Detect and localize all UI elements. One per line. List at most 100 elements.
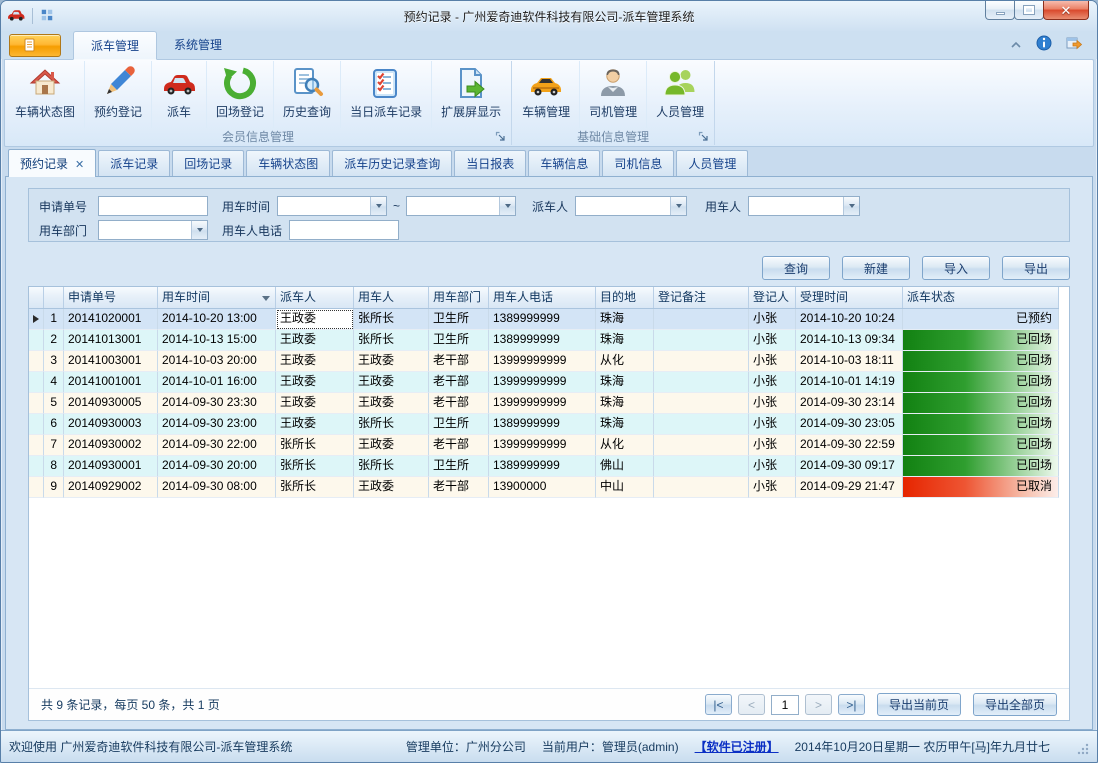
data-cell-dispatcher[interactable]: 张所长 xyxy=(276,456,354,477)
first-page-button[interactable]: |< xyxy=(705,694,732,715)
data-cell-accept-time[interactable]: 2014-09-30 09:17 xyxy=(796,456,903,477)
row-number-cell[interactable]: 1 xyxy=(44,309,64,330)
data-cell-registrar[interactable]: 小张 xyxy=(749,330,796,351)
data-cell-use-time[interactable]: 2014-09-30 23:00 xyxy=(158,414,276,435)
data-cell-user[interactable]: 张所长 xyxy=(354,456,429,477)
maximize-button[interactable] xyxy=(1014,1,1044,20)
doc-tab-7[interactable]: 车辆信息 xyxy=(528,150,600,176)
data-cell-apply-no[interactable]: 20141003001 xyxy=(64,351,158,372)
data-cell-use-time[interactable]: 2014-10-01 16:00 xyxy=(158,372,276,393)
ribbon-button-history-search[interactable]: 历史查询 xyxy=(274,61,341,128)
about-icon[interactable] xyxy=(1066,35,1083,54)
data-cell-department[interactable]: 老干部 xyxy=(429,372,489,393)
table-row[interactable]: 8201409300012014-09-30 20:00张所长张所长卫生所138… xyxy=(29,456,1059,477)
column-header-indicator[interactable] xyxy=(29,287,44,308)
table-row[interactable]: 9201409290022014-09-30 08:00张所长王政委老干部139… xyxy=(29,477,1059,498)
data-cell-user-phone[interactable]: 1389999999 xyxy=(489,309,596,330)
data-cell-destination[interactable]: 珠海 xyxy=(596,372,654,393)
column-header-rownum[interactable] xyxy=(44,287,64,308)
doc-tab-3[interactable]: 回场记录 xyxy=(172,150,244,176)
data-cell-accept-time[interactable]: 2014-10-03 18:11 xyxy=(796,351,903,372)
data-cell-registrar[interactable]: 小张 xyxy=(749,414,796,435)
ribbon-button-dispatch-car[interactable]: 派车 xyxy=(152,61,207,128)
table-row[interactable]: 5201409300052014-09-30 23:30王政委王政委老干部139… xyxy=(29,393,1059,414)
data-cell-registrar[interactable]: 小张 xyxy=(749,477,796,498)
column-header-user[interactable]: 用车人 xyxy=(354,287,429,308)
data-cell-use-time[interactable]: 2014-10-20 13:00 xyxy=(158,309,276,330)
row-number-cell[interactable]: 6 xyxy=(44,414,64,435)
combo-dropdown-button[interactable] xyxy=(499,197,515,215)
doc-tab-8[interactable]: 司机信息 xyxy=(602,150,674,176)
data-cell-department[interactable]: 老干部 xyxy=(429,477,489,498)
row-number-cell[interactable]: 8 xyxy=(44,456,64,477)
data-cell-user[interactable]: 王政委 xyxy=(354,477,429,498)
table-row[interactable]: 3201410030012014-10-03 20:00王政委王政委老干部139… xyxy=(29,351,1059,372)
status-cell[interactable]: 已回场 xyxy=(903,456,1059,477)
apply-no-input[interactable] xyxy=(98,196,208,216)
data-cell-apply-no[interactable]: 20140930005 xyxy=(64,393,158,414)
application-menu-button[interactable] xyxy=(9,34,61,57)
data-cell-destination[interactable]: 珠海 xyxy=(596,393,654,414)
data-cell-use-time[interactable]: 2014-09-30 20:00 xyxy=(158,456,276,477)
row-indicator-cell[interactable] xyxy=(29,456,44,477)
data-cell-user-phone[interactable]: 13999999999 xyxy=(489,393,596,414)
next-page-button[interactable]: > xyxy=(805,694,832,715)
tab-close-icon[interactable]: ✕ xyxy=(75,159,84,171)
data-cell-register-note[interactable] xyxy=(654,330,749,351)
new-button[interactable]: 新建 xyxy=(842,256,910,280)
data-cell-destination[interactable]: 从化 xyxy=(596,435,654,456)
data-cell-user[interactable]: 张所长 xyxy=(354,414,429,435)
row-indicator-cell[interactable] xyxy=(29,393,44,414)
info-icon[interactable] xyxy=(1036,35,1052,54)
status-cell[interactable]: 已回场 xyxy=(903,372,1059,393)
row-indicator-cell[interactable] xyxy=(29,351,44,372)
data-cell-registrar[interactable]: 小张 xyxy=(749,351,796,372)
data-cell-user-phone[interactable]: 1389999999 xyxy=(489,414,596,435)
last-page-button[interactable]: >| xyxy=(838,694,865,715)
export-current-page-button[interactable]: 导出当前页 xyxy=(877,693,961,716)
data-cell-accept-time[interactable]: 2014-10-01 14:19 xyxy=(796,372,903,393)
data-cell-department[interactable]: 卫生所 xyxy=(429,309,489,330)
data-cell-apply-no[interactable]: 20141013001 xyxy=(64,330,158,351)
column-header-register-note[interactable]: 登记备注 xyxy=(654,287,749,308)
data-cell-destination[interactable]: 珠海 xyxy=(596,309,654,330)
data-cell-user-phone[interactable]: 13999999999 xyxy=(489,351,596,372)
import-button[interactable]: 导入 xyxy=(922,256,990,280)
row-indicator-cell[interactable] xyxy=(29,414,44,435)
resize-grip-icon[interactable] xyxy=(1076,742,1089,755)
data-cell-department[interactable]: 老干部 xyxy=(429,435,489,456)
data-cell-dispatcher[interactable]: 王政委 xyxy=(276,330,354,351)
minimize-button[interactable] xyxy=(985,1,1015,20)
data-cell-register-note[interactable] xyxy=(654,456,749,477)
table-row[interactable]: 7201409300022014-09-30 22:00张所长王政委老干部139… xyxy=(29,435,1059,456)
data-cell-accept-time[interactable]: 2014-10-13 09:34 xyxy=(796,330,903,351)
data-cell-register-note[interactable] xyxy=(654,351,749,372)
data-cell-user[interactable]: 王政委 xyxy=(354,435,429,456)
column-header-apply-no[interactable]: 申请单号 xyxy=(64,287,158,308)
user-combo[interactable] xyxy=(748,196,860,216)
status-cell[interactable]: 已回场 xyxy=(903,330,1059,351)
data-cell-user[interactable]: 王政委 xyxy=(354,372,429,393)
export-button[interactable]: 导出 xyxy=(1002,256,1070,280)
data-cell-user-phone[interactable]: 13999999999 xyxy=(489,435,596,456)
table-row[interactable]: 4201410010012014-10-01 16:00王政委王政委老干部139… xyxy=(29,372,1059,393)
data-cell-destination[interactable]: 珠海 xyxy=(596,330,654,351)
table-row[interactable]: 1201410200012014-10-20 13:00王政委张所长卫生所138… xyxy=(29,309,1059,330)
data-cell-register-note[interactable] xyxy=(654,309,749,330)
data-cell-user-phone[interactable]: 1389999999 xyxy=(489,456,596,477)
data-cell-user-phone[interactable]: 1389999999 xyxy=(489,330,596,351)
data-cell-apply-no[interactable]: 20141001001 xyxy=(64,372,158,393)
data-cell-dispatcher[interactable]: 王政委 xyxy=(276,414,354,435)
search-button[interactable]: 查询 xyxy=(762,256,830,280)
data-cell-destination[interactable]: 珠海 xyxy=(596,414,654,435)
ribbon-button-driver[interactable]: 司机管理 xyxy=(580,61,647,128)
data-cell-apply-no[interactable]: 20140930003 xyxy=(64,414,158,435)
data-cell-register-note[interactable] xyxy=(654,393,749,414)
table-row[interactable]: 6201409300032014-09-30 23:00王政委张所长卫生所138… xyxy=(29,414,1059,435)
ribbon-button-pencil[interactable]: 预约登记 xyxy=(85,61,152,128)
doc-tab-2[interactable]: 派车记录 xyxy=(98,150,170,176)
row-number-cell[interactable]: 5 xyxy=(44,393,64,414)
column-header-destination[interactable]: 目的地 xyxy=(596,287,654,308)
data-cell-registrar[interactable]: 小张 xyxy=(749,393,796,414)
status-cell[interactable]: 已回场 xyxy=(903,393,1059,414)
